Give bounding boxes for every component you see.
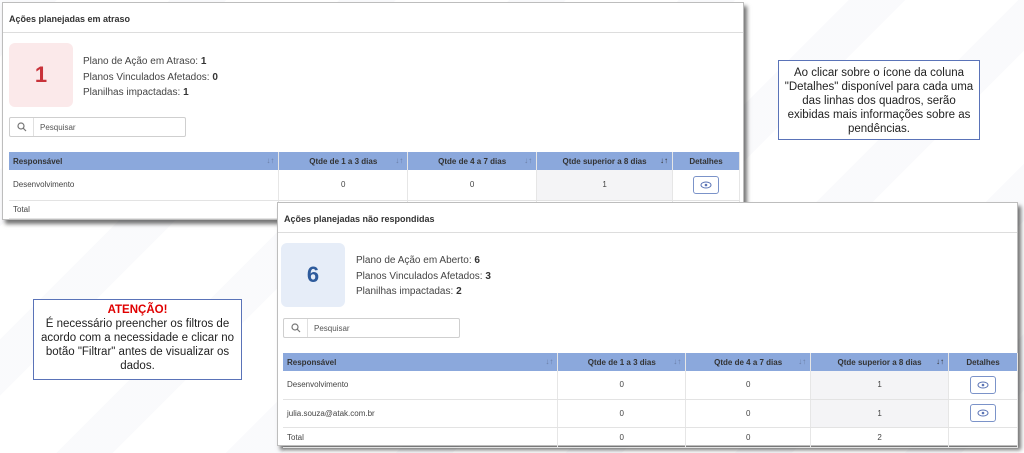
stat-line: Planilhas impactadas: 2 [356, 286, 462, 297]
cell-qtde-8-plus: 1 [536, 170, 673, 201]
column-header-qtde-4-7[interactable]: Qtde de 4 a 7 dias ↓↑ [685, 353, 812, 371]
sort-arrows-icon[interactable]: ↓↑ [798, 357, 806, 366]
sort-arrows-icon[interactable]: ↓↑ [395, 156, 403, 165]
cell-total-qtde-4-7: 0 [685, 427, 812, 448]
unanswered-table: Responsável ↓↑ Qtde de 1 a 3 dias ↓↑ Qtde … [283, 353, 1018, 448]
cell-total-qtde-1-3: 0 [557, 427, 687, 448]
eye-icon [977, 409, 989, 417]
cell-detalhes [948, 399, 1018, 428]
search-input[interactable] [34, 122, 185, 132]
eye-icon [977, 381, 989, 389]
search-box [283, 318, 460, 338]
details-info-note: Ao clicar sobre o ícone da coluna "Detal… [778, 60, 980, 140]
column-header-qtde-8-plus[interactable]: Qtde superior a 8 dias ↓↑ [536, 152, 673, 170]
column-header-responsavel[interactable]: Responsável ↓↑ [9, 152, 280, 170]
sort-arrows-icon[interactable]: ↓↑ [545, 357, 553, 366]
stat-line: Plano de Ação em Atraso: 1 [83, 56, 207, 67]
cell-qtde-8-plus: 1 [810, 371, 949, 400]
overdue-count-box: 1 [9, 43, 73, 107]
cell-qtde-1-3: 0 [557, 399, 687, 428]
warning-note: ATENÇÃO! É necessário preencher os filtr… [33, 299, 242, 380]
sort-arrows-icon[interactable]: ↓↑ [936, 357, 944, 366]
overdue-actions-panel: Ações planejadas em atraso 1 Plano de Aç… [2, 2, 744, 220]
details-button[interactable] [970, 404, 996, 422]
table-row: Desenvolvimento 0 0 1 [283, 371, 1018, 400]
column-header-qtde-8-plus[interactable]: Qtde superior a 8 dias ↓↑ [810, 353, 949, 371]
stat-line: Plano de Ação em Aberto: 6 [356, 255, 480, 266]
stat-line: Planos Vinculados Afetados: 3 [356, 270, 491, 282]
unanswered-actions-panel: Ações planejadas não respondidas 6 Plano… [277, 202, 1018, 448]
column-header-qtde-1-3[interactable]: Qtde de 1 a 3 dias ↓↑ [557, 353, 687, 371]
sort-arrows-icon[interactable]: ↓↑ [266, 156, 274, 165]
cell-responsavel: julia.souza@atak.com.br [283, 399, 559, 428]
column-header-qtde-1-3[interactable]: Qtde de 1 a 3 dias ↓↑ [278, 152, 409, 170]
cell-total-label: Total [283, 427, 559, 448]
table-total-row: Total 0 0 2 [283, 427, 1018, 448]
column-header-qtde-4-7[interactable]: Qtde de 4 a 7 dias ↓↑ [407, 152, 538, 170]
sort-arrows-icon[interactable]: ↓↑ [660, 156, 668, 165]
open-count-box: 6 [281, 243, 345, 307]
table-row: Desenvolvimento 0 0 1 [9, 170, 740, 201]
panel-title: Ações planejadas não respondidas [278, 203, 1017, 233]
table-row: julia.souza@atak.com.br 0 0 1 [283, 399, 1018, 428]
column-header-responsavel[interactable]: Responsável ↓↑ [283, 353, 559, 371]
cell-qtde-1-3: 0 [557, 371, 687, 400]
cell-qtde-4-7: 0 [685, 399, 812, 428]
warning-text: É necessário preencher os filtros de aco… [40, 318, 235, 372]
open-stats: Plano de Ação em Aberto: 6 Planos Vincul… [356, 253, 491, 300]
cell-qtde-1-3: 0 [278, 170, 409, 201]
column-header-detalhes: Detalhes [948, 353, 1018, 371]
magnifier-icon[interactable] [284, 319, 308, 337]
cell-qtde-4-7: 0 [407, 170, 538, 201]
cell-qtde-8-plus: 1 [810, 399, 949, 428]
cell-responsavel: Desenvolvimento [283, 371, 559, 400]
column-header-detalhes: Detalhes [672, 152, 740, 170]
cell-detalhes [948, 371, 1018, 400]
stat-line: Planos Vinculados Afetados: 0 [83, 71, 218, 83]
panel-title: Ações planejadas em atraso [3, 3, 743, 33]
cell-total-qtde-8-plus: 2 [810, 427, 949, 448]
search-input[interactable] [308, 323, 459, 333]
table-header-row: Responsável ↓↑ Qtde de 1 a 3 dias ↓↑ Qtde … [9, 152, 740, 170]
cell-responsavel: Desenvolvimento [9, 170, 280, 201]
sort-arrows-icon[interactable]: ↓↑ [524, 156, 532, 165]
details-button[interactable] [970, 375, 996, 394]
overdue-stats: Plano de Ação em Atraso: 1 Planos Vincul… [83, 54, 218, 101]
eye-icon [700, 181, 712, 189]
details-button[interactable] [693, 175, 719, 194]
table-header-row: Responsável ↓↑ Qtde de 1 a 3 dias ↓↑ Qtde … [283, 353, 1018, 371]
cell-qtde-4-7: 0 [685, 371, 812, 400]
sort-arrows-icon[interactable]: ↓↑ [673, 357, 681, 366]
search-box [9, 117, 186, 137]
warning-title: ATENÇÃO! [107, 304, 168, 316]
stat-line: Planilhas impactadas: 1 [83, 87, 189, 98]
magnifier-icon[interactable] [10, 118, 34, 136]
cell-detalhes [672, 170, 740, 201]
cell-total-label: Total [9, 200, 280, 219]
